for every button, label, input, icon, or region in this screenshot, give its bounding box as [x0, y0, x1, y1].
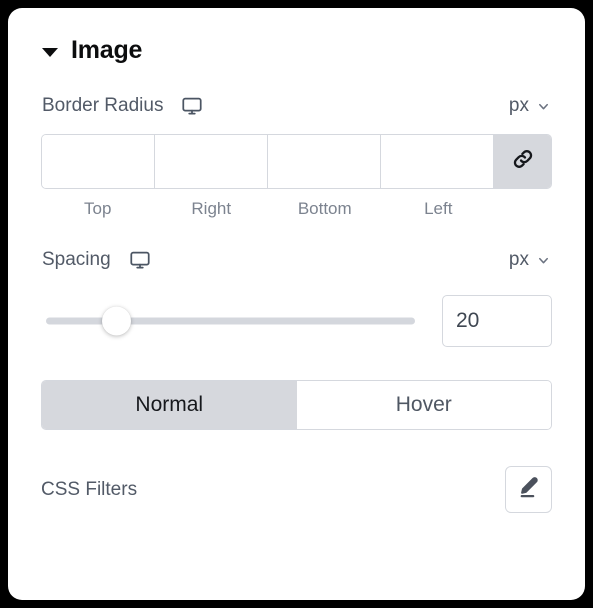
spacing-row: Spacing px [8, 249, 585, 271]
spacing-control-row [8, 295, 585, 347]
caret-down-icon[interactable] [42, 47, 58, 57]
spacing-value-input[interactable] [443, 309, 551, 333]
slider-thumb[interactable] [102, 306, 132, 336]
spacing-unit-value: px [508, 249, 529, 270]
border-radius-field-labels: Top Right Bottom Left [8, 199, 585, 219]
border-radius-bottom-input[interactable] [268, 135, 380, 188]
labels-spacer [495, 199, 552, 219]
desktop-monitor-icon[interactable] [129, 249, 151, 271]
border-radius-right-input[interactable] [155, 135, 267, 188]
section-header-image[interactable]: Image [8, 8, 585, 65]
tab-normal[interactable]: Normal [42, 381, 297, 429]
border-radius-top-label: Top [84, 199, 112, 218]
border-radius-left-label: Left [424, 199, 453, 218]
border-radius-unit-value: px [508, 95, 529, 116]
page-title: Image [71, 36, 143, 64]
border-radius-label: Border Radius [42, 95, 164, 116]
tab-normal-label: Normal [135, 393, 204, 416]
link-values-button[interactable] [494, 135, 551, 188]
border-radius-left-input[interactable] [381, 135, 493, 188]
border-radius-inputs [8, 134, 585, 189]
border-radius-unit-select[interactable]: px [509, 95, 551, 117]
pencil-edit-icon [516, 475, 541, 505]
border-radius-left-cell [381, 135, 494, 188]
state-toggle-wrap: Normal Hover [8, 380, 585, 430]
border-radius-right-cell [155, 135, 268, 188]
link-chain-icon [511, 147, 535, 176]
chevron-down-icon [536, 253, 551, 268]
border-radius-bottom-cell [268, 135, 381, 188]
border-radius-bottom-label: Bottom [297, 199, 352, 218]
border-radius-top-input[interactable] [42, 135, 154, 188]
spacing-value-box [442, 295, 552, 347]
desktop-monitor-icon[interactable] [181, 95, 203, 117]
spacing-label: Spacing [42, 249, 111, 270]
border-radius-right-label: Right [191, 199, 232, 218]
tab-hover[interactable]: Hover [296, 381, 551, 429]
css-filters-edit-button[interactable] [505, 466, 552, 513]
css-filters-row: CSS Filters [8, 466, 585, 513]
css-filters-label: CSS Filters [41, 478, 138, 500]
image-settings-panel: Image Border Radius px Top Right Bottom … [8, 8, 585, 600]
spacing-unit-select[interactable]: px [509, 249, 551, 271]
border-radius-row: Border Radius px [8, 95, 585, 117]
border-radius-top-cell [42, 135, 155, 188]
state-toggle: Normal Hover [41, 380, 552, 430]
chevron-down-icon [536, 99, 551, 114]
tab-hover-label: Hover [395, 393, 452, 416]
spacing-slider[interactable] [41, 300, 420, 342]
